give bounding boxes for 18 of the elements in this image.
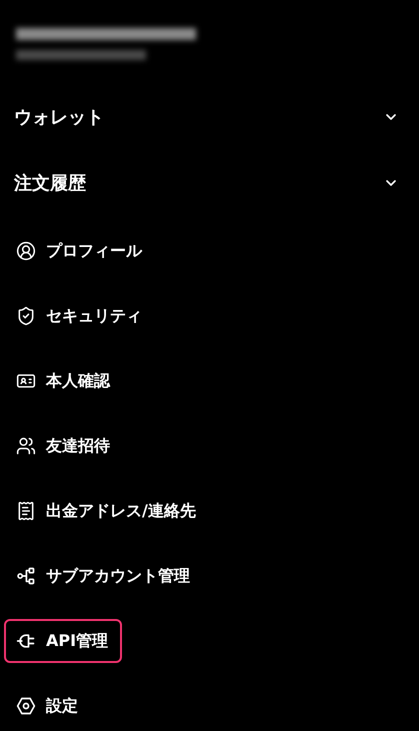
menu-item[interactable]: セキュリティ	[4, 294, 156, 338]
section-label: ウォレット	[14, 106, 104, 130]
section-label: 注文履歴	[14, 172, 86, 196]
menu-item[interactable]: 設定	[4, 684, 92, 728]
menu-item[interactable]: 友達招待	[4, 424, 124, 468]
people-icon	[16, 436, 36, 456]
user-circle-icon	[16, 240, 36, 260]
connected-nodes-icon	[16, 566, 36, 586]
menu-item[interactable]: サブアカウント管理	[4, 554, 204, 598]
menu-item[interactable]: API管理	[4, 618, 122, 662]
settings-icon	[16, 696, 36, 716]
menu-item[interactable]: 出金アドレス/連絡先	[4, 488, 210, 532]
shield-check-icon	[16, 306, 36, 326]
menu-section[interactable]: 注文履歴	[0, 150, 419, 216]
menu-section[interactable]: ウォレット	[0, 84, 419, 150]
menu-item[interactable]: プロフィール	[4, 228, 156, 272]
menu-item[interactable]: 本人確認	[4, 358, 124, 402]
document-list-icon	[16, 500, 36, 520]
